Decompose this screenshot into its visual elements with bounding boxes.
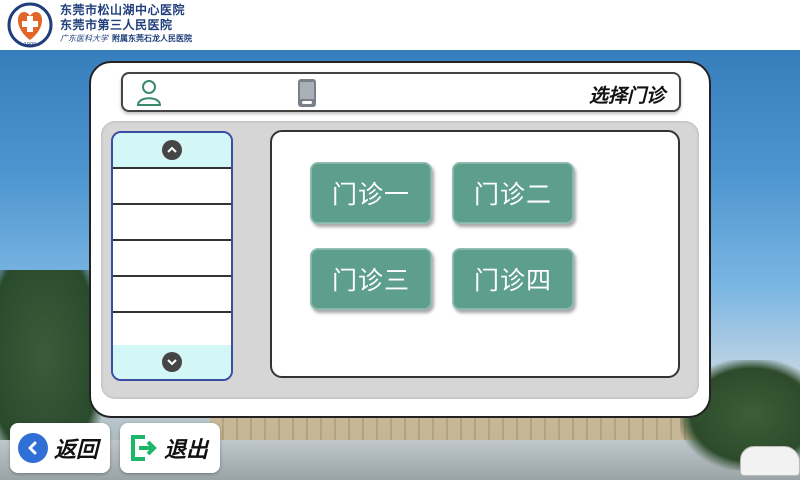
back-arrow-icon <box>18 433 48 463</box>
list-bottom-bar <box>113 345 231 379</box>
affiliate-text: 附属东莞石龙人民医院 <box>112 34 192 43</box>
clinic-4-button[interactable]: 门诊四 <box>452 248 574 310</box>
list-top-bar <box>113 133 231 167</box>
background-car <box>740 446 800 476</box>
content-area: 门诊一 门诊二 门诊三 门诊四 <box>101 121 699 399</box>
user-icon <box>136 80 162 106</box>
hospital-name-block: 东莞市松山湖中心医院 东莞市第三人民医院 广东医科大学 附属东莞石龙人民医院 <box>60 3 192 45</box>
list-item[interactable] <box>113 203 231 239</box>
scroll-up-button[interactable] <box>162 140 182 160</box>
hospital-logo-icon: 1900 <box>7 2 53 48</box>
exit-label: 退出 <box>164 438 209 463</box>
department-list <box>111 131 233 381</box>
list-item[interactable] <box>113 239 231 275</box>
list-item[interactable] <box>113 167 231 203</box>
clinic-2-button[interactable]: 门诊二 <box>452 162 574 224</box>
title-bar: 选择门诊 <box>121 72 681 112</box>
hospital-name-line2: 东莞市第三人民医院 <box>60 18 173 32</box>
chevron-up-icon <box>167 146 177 153</box>
clinic-selection-panel: 门诊一 门诊二 门诊三 门诊四 <box>270 130 680 378</box>
hospital-name-line1: 东莞市松山湖中心医院 <box>60 3 186 17</box>
page-title: 选择门诊 <box>588 85 665 107</box>
scroll-down-button[interactable] <box>162 352 182 372</box>
back-button[interactable]: 返回 <box>10 423 110 473</box>
exit-button[interactable]: 退出 <box>120 423 220 473</box>
hospital-affiliate: 广东医科大学 附属东莞石龙人民医院 <box>60 33 192 45</box>
list-item[interactable] <box>113 311 231 347</box>
header-bar: 1900 东莞市松山湖中心医院 东莞市第三人民医院 广东医科大学 附属东莞石龙人民… <box>0 0 800 50</box>
exit-icon <box>131 435 157 461</box>
clinic-1-button[interactable]: 门诊一 <box>310 162 432 224</box>
back-label: 返回 <box>54 438 99 463</box>
list-item[interactable] <box>113 275 231 311</box>
main-panel: 选择门诊 门诊一 门诊二 门诊三 门诊四 <box>89 61 711 418</box>
phone-icon <box>298 79 316 107</box>
affiliate-calligraphy: 广东医科大学 <box>60 34 108 43</box>
logo-year: 1900 <box>24 42 37 48</box>
clinic-3-button[interactable]: 门诊三 <box>310 248 432 310</box>
chevron-down-icon <box>167 359 177 366</box>
